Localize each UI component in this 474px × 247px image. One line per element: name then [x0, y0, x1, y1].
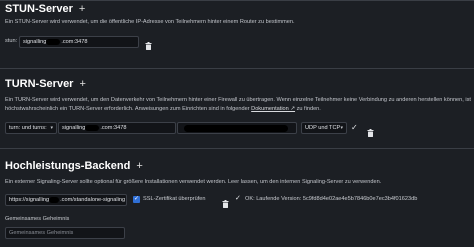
turn-scheme-value: turn: und turns: [9, 125, 47, 131]
stun-server-input[interactable]: signalling .com:3478 [19, 36, 139, 48]
chevron-down-icon: ▾ [340, 125, 343, 131]
add-stun-server-button[interactable]: + [79, 3, 85, 15]
stun-server-suffix: .com:3478 [61, 39, 88, 45]
turn-secret-input[interactable] [177, 122, 297, 134]
add-hpb-server-button[interactable]: + [136, 160, 142, 172]
redacted-mask [46, 38, 61, 45]
turn-protocol-select[interactable]: UDP und TCP ▾ [301, 122, 347, 134]
turn-server-input[interactable]: signalling .com:3478 [58, 122, 176, 134]
turn-title-text: TURN-Server [5, 78, 74, 90]
ssl-verify-label: SSL-Zertifikat überprüfen [143, 196, 206, 202]
hpb-divider [0, 148, 474, 149]
stun-field-label: stun: [5, 38, 18, 44]
redacted-mask [85, 124, 100, 131]
redacted-mask [49, 196, 60, 203]
secret-field-label: Gemeinsames Geheimnis [5, 216, 70, 222]
checkmark-icon[interactable]: ✓ [351, 123, 358, 132]
documentation-link[interactable]: Dokumentation ↗ [251, 106, 295, 112]
turn-server-prefix: signalling [62, 125, 86, 131]
shared-secret-input[interactable]: Gemeinsames Geheimnis [5, 227, 125, 239]
shared-secret-placeholder: Gemeinsames Geheimnis [9, 230, 74, 236]
stun-description: Ein STUN-Server wird verwendet, um die ö… [5, 19, 295, 25]
turn-server-suffix: .com:3478 [100, 125, 127, 131]
turn-description-text: Ein TURN-Server wird verwendet, um den D… [5, 97, 471, 112]
trash-icon[interactable] [145, 37, 152, 55]
hpb-description: Ein externer Signaling-Server sollte opt… [5, 179, 382, 185]
turn-description: Ein TURN-Server wird verwendet, um den D… [5, 96, 471, 113]
turn-protocol-value: UDP und TCP [305, 125, 341, 131]
hpb-status-text: OK: Laufende Version: 5c9fd8d4e02ae4e5b7… [245, 196, 418, 202]
ssl-verify-checkbox[interactable]: ✓ [133, 196, 140, 203]
redacted-secret [184, 125, 288, 132]
trash-icon[interactable] [222, 195, 229, 213]
hpb-title-text: Hochleistungs-Backend [5, 160, 131, 172]
turn-section-title: TURN-Server + [5, 78, 86, 90]
turn-scheme-select[interactable]: turn: und turns: ▾ [5, 122, 57, 134]
trash-icon[interactable] [367, 124, 374, 142]
hpb-section-title: Hochleistungs-Backend + [5, 160, 143, 172]
hpb-url-prefix: https://signalling [9, 197, 50, 203]
stun-server-prefix: signalling [23, 39, 47, 45]
turn-divider [0, 68, 474, 69]
stun-title-text: STUN-Server [5, 3, 73, 15]
hpb-url-suffix: .com/standalone-signaling [60, 197, 126, 203]
chevron-down-icon: ▾ [50, 125, 53, 131]
hpb-url-input[interactable]: https://signalling .com/standalone-signal… [5, 194, 127, 206]
checkmark-icon: ✓ [235, 195, 241, 202]
stun-section-title: STUN-Server + [5, 3, 85, 15]
top-divider [0, 0, 474, 1]
add-turn-server-button[interactable]: + [79, 78, 85, 90]
turn-description-tail: zu finden. [296, 105, 321, 112]
